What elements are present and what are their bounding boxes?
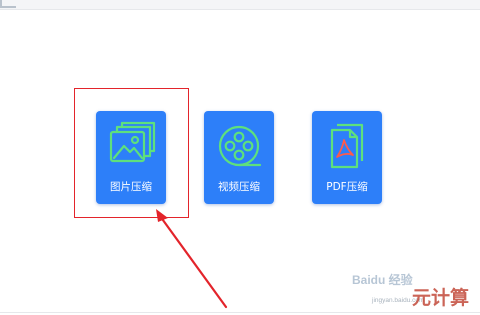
annotation-arrow [156, 209, 228, 309]
watermark-site-name: 元计算 [412, 287, 470, 309]
watermark-logo: Baidu 经验 [352, 273, 413, 287]
divider [0, 312, 480, 313]
